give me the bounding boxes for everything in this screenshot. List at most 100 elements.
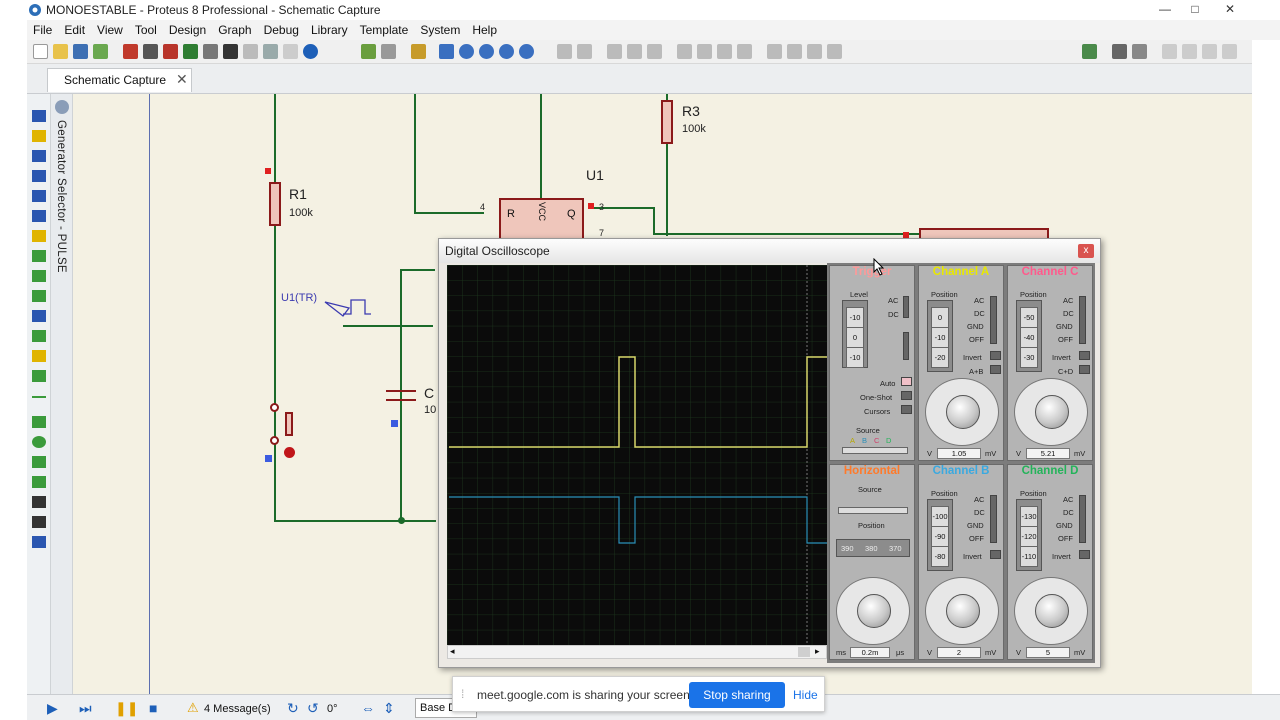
pan-icon[interactable] [439, 44, 454, 59]
one-shot-button[interactable] [901, 391, 912, 400]
channel-d-volts-knob[interactable] [1035, 594, 1069, 628]
source-a[interactable]: A [850, 436, 855, 445]
menu-tool[interactable]: Tool [129, 20, 163, 40]
stop-sharing-button[interactable]: Stop sharing [689, 682, 785, 708]
open-folder-icon[interactable] [53, 44, 68, 59]
tape-recorder-icon[interactable] [32, 310, 46, 322]
tab-schematic-capture[interactable]: Schematic Capture ✕ [47, 68, 192, 92]
pulse-generator-icon[interactable] [323, 294, 375, 324]
menu-template[interactable]: Template [354, 20, 415, 40]
save-icon[interactable] [73, 44, 88, 59]
play-icon[interactable]: ▶ [47, 700, 58, 717]
channel-c-position-slider[interactable]: -50 -40 -30 [1016, 300, 1042, 372]
channel-a-volts-knob[interactable] [946, 395, 980, 429]
drag-handle-icon[interactable]: ⁞ [461, 687, 464, 701]
scroll-thumb[interactable] [798, 647, 810, 657]
channel-b-volts-knob[interactable] [946, 594, 980, 628]
menu-file[interactable]: File [27, 20, 58, 40]
channel-b-invert-button[interactable] [990, 550, 1001, 559]
source-d[interactable]: D [886, 436, 891, 445]
cut-icon[interactable] [607, 44, 622, 59]
refresh-icon[interactable] [361, 44, 376, 59]
generator-mode-icon[interactable] [32, 330, 46, 342]
text-tool-icon[interactable] [32, 496, 46, 508]
channel-c-coupling-switch[interactable] [1079, 296, 1086, 344]
redo-icon[interactable] [577, 44, 592, 59]
save-all-icon[interactable] [93, 44, 108, 59]
minimize-button[interactable]: — [1150, 0, 1180, 18]
gerber-icon[interactable] [223, 44, 238, 59]
channel-a-coupling-switch[interactable] [990, 296, 997, 344]
channel-a-math-button[interactable] [990, 365, 1001, 374]
search-tag-icon[interactable] [1112, 44, 1127, 59]
channel-d-position-slider[interactable]: -130 -120 -110 [1016, 499, 1042, 571]
help-icon[interactable] [303, 44, 318, 59]
bom-icon[interactable] [243, 44, 258, 59]
wire-label-mode-icon[interactable] [32, 170, 46, 182]
menu-help[interactable]: Help [466, 20, 503, 40]
oscilloscope-title-bar[interactable]: Digital Oscilloscope x [439, 239, 1100, 263]
property-tool-icon[interactable] [1132, 44, 1147, 59]
channel-a-position-slider[interactable]: 0 -10 -20 [927, 300, 953, 372]
channel-c-invert-button[interactable] [1079, 351, 1090, 360]
paste-icon[interactable] [647, 44, 662, 59]
component-icon[interactable] [143, 44, 158, 59]
rotate-cw-icon[interactable]: ↻ [287, 700, 299, 717]
auto-button[interactable] [901, 377, 912, 386]
capacitor-c-plate[interactable] [386, 390, 416, 392]
step-icon[interactable]: ⏭ [79, 700, 92, 717]
text-script-mode-icon[interactable] [32, 190, 46, 202]
block-copy-icon[interactable] [677, 44, 692, 59]
menu-edit[interactable]: Edit [58, 20, 91, 40]
mirror-vertical-icon[interactable]: ⇕ [383, 700, 395, 717]
exit-sheet-icon[interactable] [1222, 44, 1237, 59]
scroll-right-icon[interactable]: ▸ [815, 646, 820, 657]
menu-library[interactable]: Library [305, 20, 354, 40]
grid-icon[interactable] [381, 44, 396, 59]
channel-c-math-button[interactable] [1079, 365, 1090, 374]
buses-mode-icon[interactable] [32, 210, 46, 222]
timebase-knob[interactable] [857, 594, 891, 628]
resistor-r3[interactable] [661, 100, 673, 144]
pcb-icon[interactable] [183, 44, 198, 59]
channel-c-volts-knob[interactable] [1035, 395, 1069, 429]
resistor-r1[interactable] [269, 182, 281, 226]
capacitor-c-plate[interactable] [386, 399, 416, 401]
push-button-switch[interactable] [285, 412, 293, 436]
box-tool-icon[interactable] [32, 416, 46, 428]
horizontal-scrollbar[interactable]: ◂ ▸ [447, 645, 827, 659]
menu-view[interactable]: View [91, 20, 129, 40]
origin-icon[interactable] [411, 44, 426, 59]
new-file-icon[interactable] [33, 44, 48, 59]
circle-tool-icon[interactable] [32, 436, 46, 448]
oscilloscope-screen[interactable] [447, 265, 827, 645]
marker-tool-icon[interactable] [32, 536, 46, 548]
block-rotate-icon[interactable] [717, 44, 732, 59]
source-c[interactable]: C [874, 436, 879, 445]
copy-icon[interactable] [627, 44, 642, 59]
stop-icon[interactable]: ■ [149, 700, 157, 716]
source-b[interactable]: B [862, 436, 867, 445]
graph-mode-icon[interactable] [32, 290, 46, 302]
device-pins-mode-icon[interactable] [32, 270, 46, 282]
menu-design[interactable]: Design [163, 20, 212, 40]
zoom-out-icon[interactable] [479, 44, 494, 59]
switch-actuator[interactable] [284, 447, 295, 458]
hide-button[interactable]: Hide [793, 688, 818, 702]
path-tool-icon[interactable] [32, 476, 46, 488]
maximize-button[interactable]: □ [1180, 0, 1210, 18]
terminals-mode-icon[interactable] [32, 250, 46, 262]
selection-mode-icon[interactable] [32, 110, 46, 122]
block-move-icon[interactable] [697, 44, 712, 59]
notes-icon[interactable] [263, 44, 278, 59]
schematic-icon[interactable] [163, 44, 178, 59]
trigger-edge-switch[interactable] [903, 332, 909, 360]
messages-count[interactable]: 4 Message(s) [204, 703, 271, 715]
3d-icon[interactable] [203, 44, 218, 59]
channel-b-position-slider[interactable]: -100 -90 -80 [927, 499, 953, 571]
decompose-icon[interactable] [827, 44, 842, 59]
scroll-left-icon[interactable]: ◂ [450, 646, 455, 657]
wire-autorouter-icon[interactable] [1082, 44, 1097, 59]
menu-debug[interactable]: Debug [258, 20, 305, 40]
virtual-instruments-icon[interactable] [32, 370, 46, 382]
